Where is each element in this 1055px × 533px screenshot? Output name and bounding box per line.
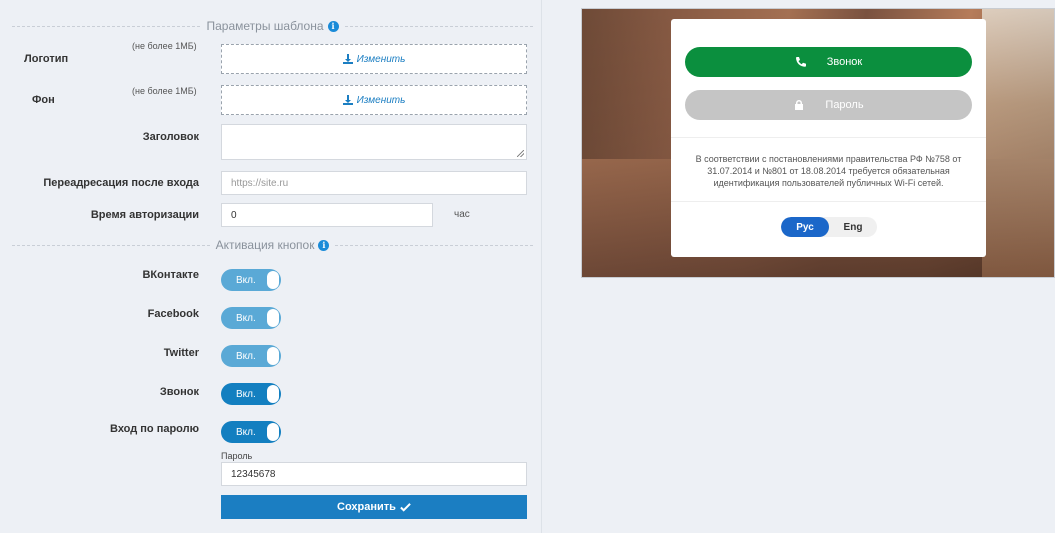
- card-divider: [671, 137, 986, 138]
- lang-en-button[interactable]: Eng: [829, 217, 877, 237]
- auth-time-label: Время авторизации: [90, 209, 199, 221]
- template-section-header: Параметры шаблона i: [12, 19, 534, 33]
- auth-time-unit: час: [454, 209, 470, 220]
- logo-size-note: (не более 1МБ): [132, 41, 197, 51]
- background-upload-label: Изменить: [356, 94, 406, 106]
- password-value: 12345678: [231, 468, 276, 480]
- background-upload-button[interactable]: Изменить: [221, 85, 527, 115]
- heading-textarea[interactable]: [221, 124, 527, 160]
- vk-toggle-label: ВКонтакте: [142, 269, 199, 281]
- toggle-knob: [267, 309, 279, 327]
- call-login-label: Звонок: [826, 56, 863, 68]
- download-icon: [342, 95, 353, 105]
- toggle-knob: [267, 347, 279, 365]
- redirect-url-input[interactable]: https://site.ru: [221, 171, 527, 195]
- logo-upload-label: Изменить: [356, 53, 406, 65]
- save-button[interactable]: Сохранить: [221, 495, 527, 519]
- facebook-toggle-state: Вкл.: [236, 312, 256, 324]
- logo-label: Логотип: [24, 53, 69, 65]
- password-field-label: Пароль: [221, 451, 253, 461]
- heading-label: Заголовок: [142, 131, 199, 143]
- toggle-knob: [267, 385, 279, 403]
- vk-toggle-state: Вкл.: [236, 274, 256, 286]
- template-section-title: Параметры шаблона: [206, 19, 324, 33]
- checkmark-icon: [400, 502, 411, 512]
- toggle-knob: [267, 423, 279, 441]
- background-size-note: (не более 1МБ): [132, 86, 197, 96]
- facebook-toggle-label: Facebook: [147, 308, 199, 320]
- language-switch: Рус Eng: [781, 217, 877, 237]
- redirect-label: Переадресация после входа: [43, 177, 199, 189]
- facebook-toggle[interactable]: Вкл.: [221, 307, 281, 329]
- call-toggle-state: Вкл.: [236, 388, 256, 400]
- password-login-button[interactable]: Пароль: [685, 90, 972, 120]
- logo-upload-button[interactable]: Изменить: [221, 44, 527, 74]
- legal-notice: В соответствии с постановлениями правите…: [695, 154, 962, 188]
- login-card: Звонок Пароль В соответствии с постановл…: [671, 19, 986, 257]
- password-login-toggle[interactable]: Вкл.: [221, 421, 281, 443]
- phone-icon: [795, 57, 806, 67]
- password-login-toggle-state: Вкл.: [236, 426, 256, 438]
- call-login-button[interactable]: Звонок: [685, 47, 972, 77]
- toggle-knob: [267, 271, 279, 289]
- background-label: Фон: [32, 94, 55, 106]
- auth-time-value: 0: [231, 209, 237, 221]
- portal-preview: Звонок Пароль В соответствии с постановл…: [581, 8, 1055, 278]
- password-input[interactable]: 12345678: [221, 462, 527, 486]
- download-icon: [342, 54, 353, 64]
- twitter-toggle-state: Вкл.: [236, 350, 256, 362]
- vk-toggle[interactable]: Вкл.: [221, 269, 281, 291]
- call-toggle-label: Звонок: [159, 386, 199, 398]
- info-icon[interactable]: i: [318, 239, 330, 251]
- lang-ru-button[interactable]: Рус: [781, 217, 829, 237]
- card-divider: [671, 201, 986, 202]
- buttons-section-title: Активация кнопок: [215, 238, 315, 252]
- info-icon[interactable]: i: [327, 20, 339, 32]
- twitter-toggle[interactable]: Вкл.: [221, 345, 281, 367]
- call-toggle[interactable]: Вкл.: [221, 383, 281, 405]
- password-login-label: Пароль: [825, 99, 864, 111]
- password-login-toggle-label: Вход по паролю: [110, 423, 199, 435]
- buttons-section-header: Активация кнопок i: [12, 238, 534, 252]
- redirect-url-placeholder: https://site.ru: [231, 177, 289, 189]
- lock-icon: [795, 100, 804, 110]
- template-settings-panel: Параметры шаблона i Логотип (не более 1М…: [8, 0, 542, 533]
- background-image-window: [982, 9, 1054, 277]
- twitter-toggle-label: Twitter: [163, 347, 199, 359]
- save-button-label: Сохранить: [337, 501, 396, 513]
- resize-grip-icon[interactable]: [517, 150, 524, 157]
- auth-time-input[interactable]: 0: [221, 203, 433, 227]
